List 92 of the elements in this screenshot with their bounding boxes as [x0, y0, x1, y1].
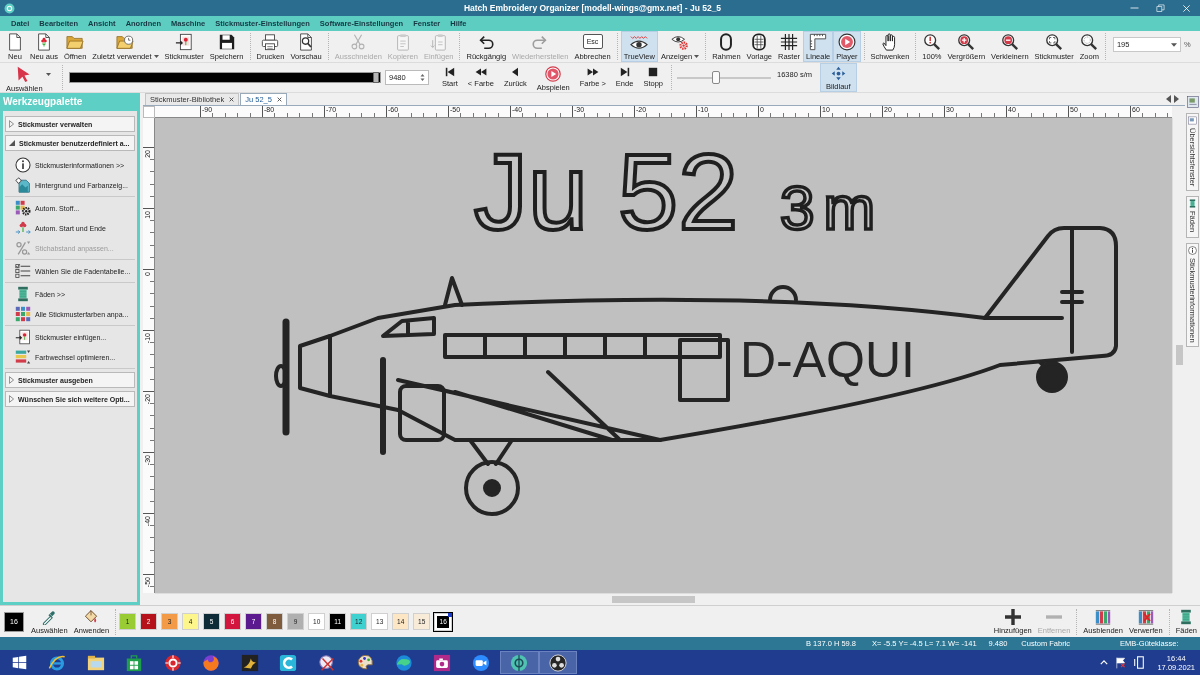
- video-camera-icon: [471, 653, 490, 672]
- grid-icon: [780, 33, 799, 51]
- close-icon[interactable]: [229, 97, 235, 102]
- panel-icon[interactable]: [1186, 96, 1199, 108]
- magnifier-icon: [1080, 33, 1099, 51]
- app-logo-icon: [4, 2, 15, 14]
- folder-icon: [66, 33, 85, 51]
- camera-icon: [433, 653, 452, 672]
- aperture-icon: [548, 653, 567, 672]
- stitch-slider-track[interactable]: [69, 72, 381, 83]
- circle-app-button[interactable]: [500, 651, 539, 674]
- flower-arrows-icon: [15, 220, 31, 236]
- minus-icon: [1046, 614, 1063, 619]
- design-subtitle-text: 3m: [780, 173, 885, 242]
- paint-palette-icon: [356, 653, 375, 672]
- spinner-arrows-icon: [420, 73, 425, 82]
- picture-arrow-icon: [15, 329, 31, 345]
- printer-icon: [261, 33, 280, 51]
- folder-clock-icon: [116, 33, 135, 51]
- stitch-slider-thumb[interactable]: [373, 72, 379, 83]
- paint-bucket-icon: [83, 608, 100, 625]
- registration-text: D-AQUI: [740, 332, 915, 388]
- eyedropper-icon: [41, 608, 58, 625]
- start-icon[interactable]: [11, 655, 27, 670]
- file-folder-icon: [86, 653, 105, 672]
- spool-icon: [15, 286, 31, 302]
- percent-icon: [15, 240, 31, 256]
- hoop-grid-icon: [750, 33, 769, 51]
- chevron-up-icon[interactable]: [1100, 660, 1109, 665]
- restore-icon[interactable]: [1156, 3, 1165, 13]
- play-circle-icon: [837, 33, 856, 51]
- grid-gear-icon: [15, 200, 31, 216]
- caret-down-icon: [9, 140, 15, 146]
- globe-flame-icon: [202, 653, 221, 672]
- scroll-thumb[interactable]: [1175, 345, 1183, 365]
- eye-gear-icon: [671, 33, 690, 51]
- spool-icon: [1188, 199, 1197, 209]
- magnifier-exclamation-icon: [922, 33, 941, 51]
- caret-right-icon: [9, 395, 14, 403]
- scroll-left-icon[interactable]: [1166, 95, 1171, 103]
- clipboard-arrow-icon: [429, 33, 448, 51]
- window-title: Hatch Embroidery Organizer [modell-wings@gmx.net] - Ju 52_5: [462, 3, 723, 13]
- thread-spools-cross-icon: [1137, 608, 1154, 625]
- wave-globe-icon: [394, 653, 413, 672]
- caret-right-icon: [9, 376, 14, 384]
- scissors-icon: [349, 33, 368, 51]
- device-icon[interactable]: [1134, 656, 1145, 669]
- color-grid-icon: [15, 306, 31, 322]
- ring-badge-icon: [163, 653, 182, 672]
- spool-scissors-icon: [317, 653, 336, 672]
- picture-arrow-icon: [175, 33, 194, 51]
- color-bars-icon: [15, 349, 31, 365]
- pointer-arrow-icon: [15, 66, 33, 83]
- info-icon: [1188, 245, 1197, 255]
- rewind-icon: [474, 66, 487, 78]
- ruler-icon: [809, 33, 828, 51]
- thread-spools-icon: [1095, 608, 1112, 625]
- zoom-in-icon: [957, 33, 976, 51]
- checklist-icon: [15, 263, 31, 279]
- bird-icon: [240, 653, 259, 672]
- overview-icon: [1188, 116, 1197, 125]
- undo-arrow-icon: [477, 33, 496, 51]
- move-arrows-icon: [830, 66, 846, 81]
- caret-icon: [153, 55, 159, 58]
- palette-title: Werkzeugpalette: [0, 93, 140, 111]
- picture-droplet-icon: [15, 177, 31, 193]
- plus-icon: [1004, 608, 1021, 625]
- flag-icon[interactable]: [1115, 656, 1128, 669]
- caret-icon: [1170, 42, 1177, 47]
- play-circle-icon: [545, 66, 562, 82]
- app-circle-icon: [510, 653, 529, 672]
- scroll-thumb[interactable]: [612, 596, 695, 603]
- skip-end-icon: [618, 66, 631, 78]
- eye-stitches-icon: [630, 33, 649, 51]
- document-icon: [6, 33, 24, 51]
- zoom-out-icon: [1000, 33, 1019, 51]
- stop-icon: [647, 66, 660, 78]
- aperture-app-button[interactable]: [538, 651, 577, 674]
- speed-slider-thumb[interactable]: [711, 71, 720, 84]
- magnifier-corners-icon: [1045, 33, 1064, 51]
- close-icon[interactable]: [276, 97, 282, 102]
- browser-icon: [48, 653, 67, 672]
- info-icon: [15, 157, 31, 173]
- skip-start-icon: [443, 66, 456, 78]
- caret-right-icon: [9, 120, 14, 128]
- scroll-right-icon[interactable]: [1174, 95, 1179, 103]
- design-title-text: Ju 52: [474, 131, 739, 252]
- shopping-bag-icon: [125, 653, 144, 672]
- arc-tile-icon: [279, 653, 298, 672]
- caret-icon: [45, 73, 51, 76]
- fast-forward-icon: [586, 66, 599, 78]
- caret-icon: [694, 55, 700, 58]
